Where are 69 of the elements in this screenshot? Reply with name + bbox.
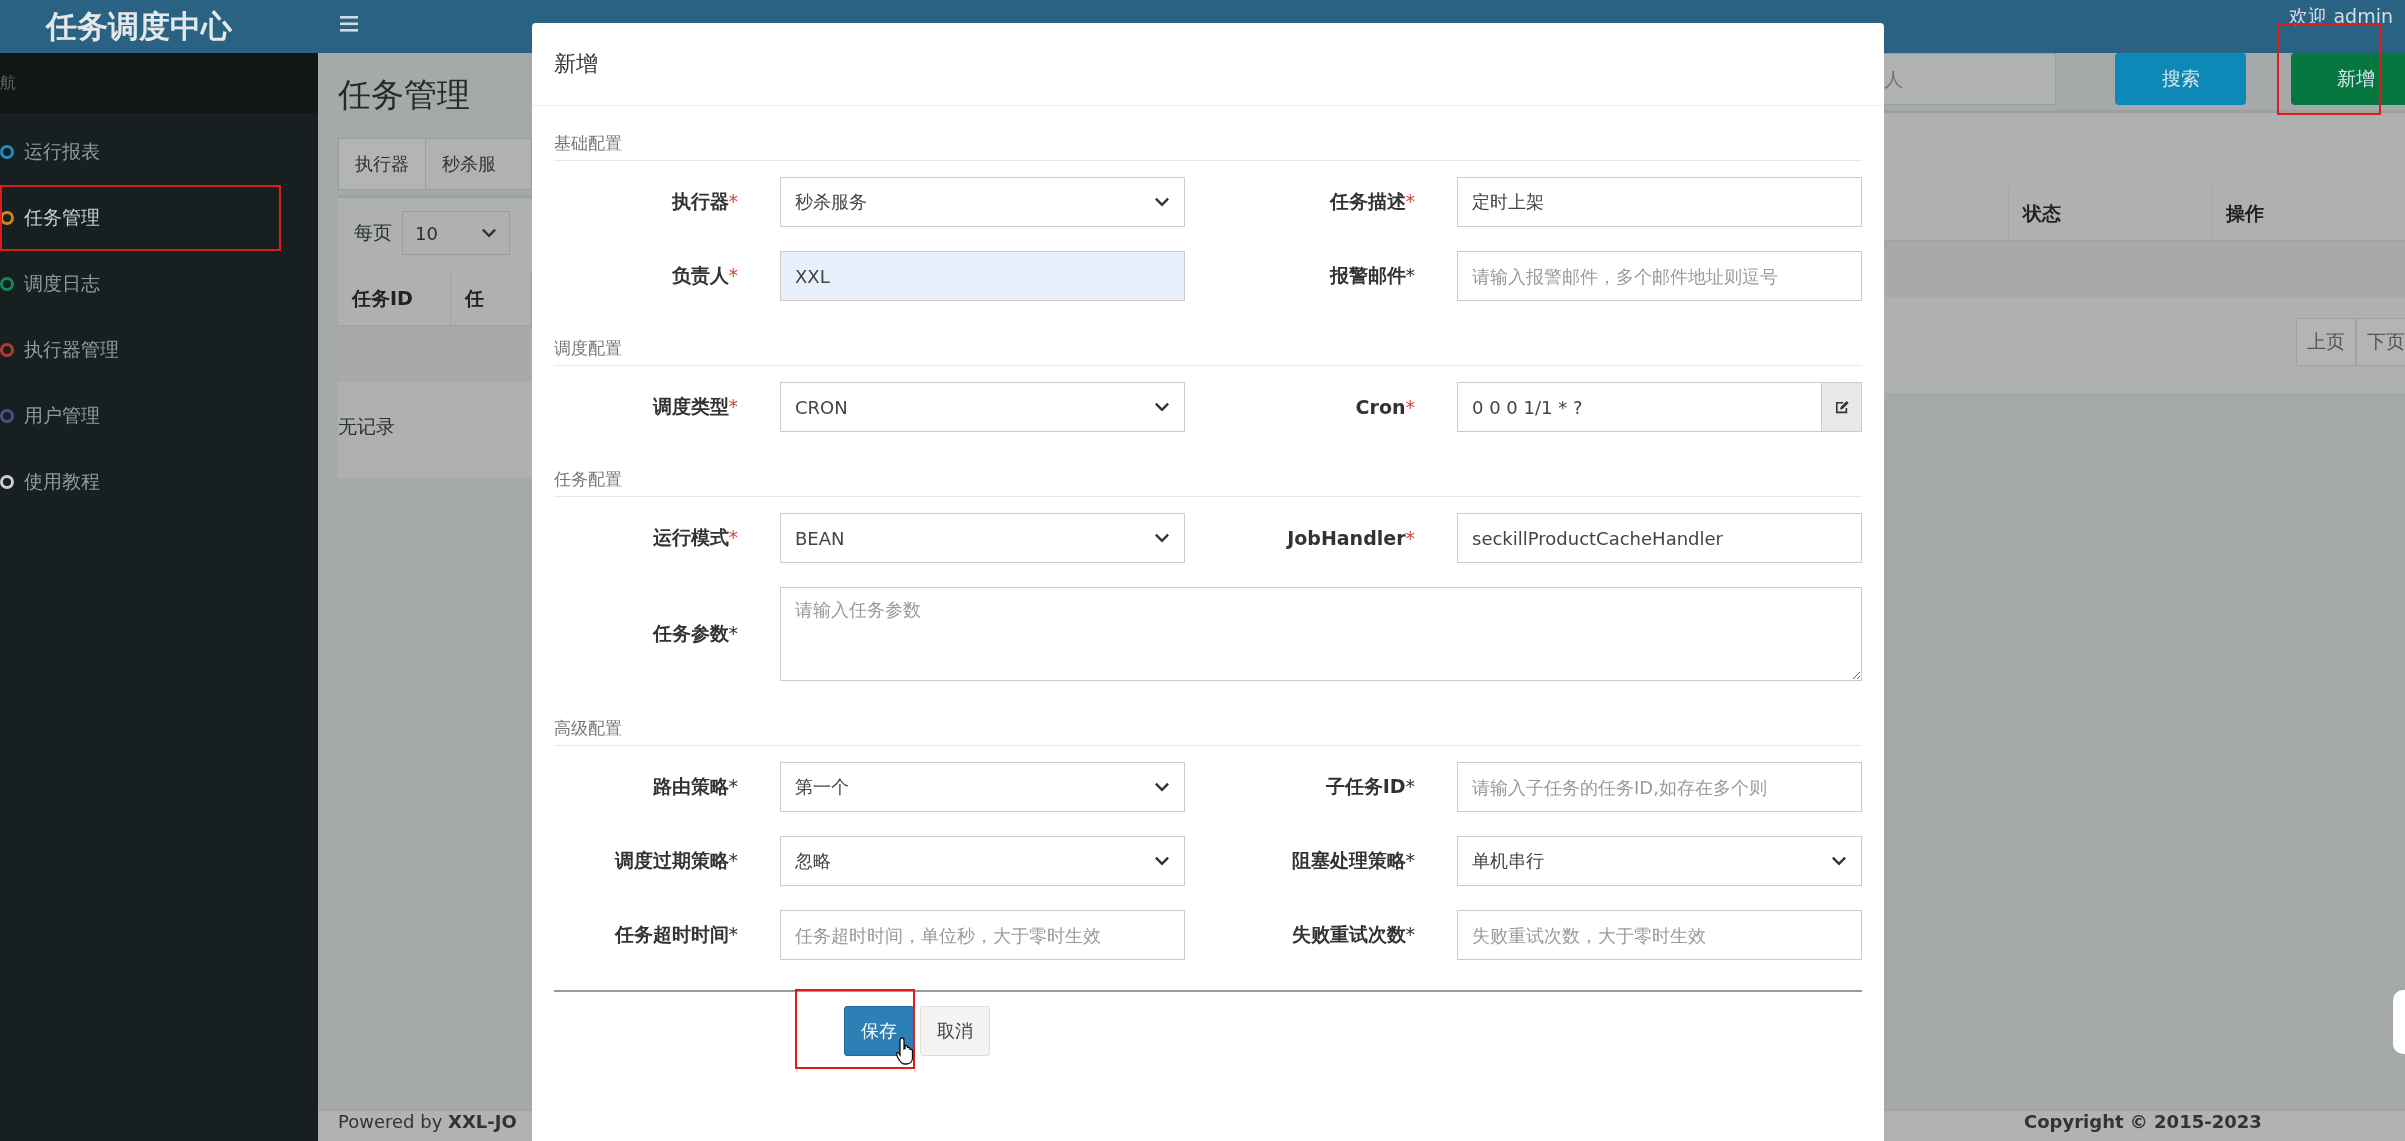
sidebar-item[interactable]: 用户管理 bbox=[0, 383, 318, 449]
chevron-icon bbox=[1154, 402, 1170, 412]
select-field[interactable]: 忽略 bbox=[780, 836, 1185, 886]
select-field[interactable]: 秒杀服务 bbox=[780, 177, 1185, 227]
input-field[interactable]: seckillProductCacheHandler bbox=[1457, 513, 1862, 563]
field-label: 任务超时时间* bbox=[613, 922, 738, 947]
page-title: 任务管理 bbox=[338, 74, 471, 116]
executor-select[interactable]: 秒杀服 bbox=[426, 138, 532, 190]
select-field[interactable]: CRON bbox=[780, 382, 1185, 432]
footer-text: Powered by XXL-JO bbox=[337, 1111, 518, 1134]
field-label: Cron* bbox=[1354, 396, 1415, 418]
field-label: 负责人* bbox=[670, 263, 738, 288]
field-label: JobHandler* bbox=[1285, 527, 1415, 549]
chevron-icon bbox=[1831, 856, 1847, 866]
input-field[interactable]: 定时上架 bbox=[1457, 177, 1862, 227]
column-header: 操作 bbox=[2224, 200, 2265, 226]
edit-button[interactable] bbox=[1822, 382, 1862, 432]
section-title: 高级配置 bbox=[554, 716, 622, 740]
empty-text: 无记录 bbox=[338, 414, 395, 439]
chevron-icon bbox=[1154, 856, 1170, 866]
pager-button[interactable]: 下页 bbox=[2356, 318, 2405, 366]
field-label: 阻塞处理策略* bbox=[1290, 848, 1415, 873]
field-label: 路由策略* bbox=[651, 774, 738, 799]
field-label: 运行模式* bbox=[651, 525, 738, 550]
input-field[interactable]: 0 0 0 1/1 * ? bbox=[1457, 382, 1822, 432]
sidebar-item[interactable]: 使用教程 bbox=[0, 449, 318, 515]
save-button[interactable]: 保存 bbox=[844, 1006, 914, 1056]
sidebar-item[interactable]: 运行报表 bbox=[0, 119, 318, 185]
field-label: 子任务ID* bbox=[1324, 774, 1415, 799]
select-field[interactable]: BEAN bbox=[780, 513, 1185, 563]
input-field[interactable]: 请输入子任务的任务ID,如存在多个则 bbox=[1457, 762, 1862, 812]
sidebar-item[interactable]: 任务管理 bbox=[0, 185, 318, 251]
pager-button[interactable]: 上页 bbox=[2296, 318, 2356, 366]
section-title: 基础配置 bbox=[554, 131, 622, 155]
page-size-select[interactable]: 10 bbox=[402, 211, 510, 255]
app-logo: 任务调度中心 bbox=[44, 6, 233, 46]
field-label: 失败重试次数* bbox=[1290, 922, 1415, 947]
section-title: 调度配置 bbox=[554, 336, 622, 360]
chevron-icon bbox=[1154, 197, 1170, 207]
add-button[interactable]: 新增 bbox=[2291, 53, 2405, 105]
field-label: 执行器* bbox=[670, 189, 738, 214]
chevron-icon bbox=[1154, 533, 1170, 543]
field-label: 调度类型* bbox=[651, 394, 738, 419]
dialog-title: 新增 bbox=[554, 50, 598, 78]
chevron-icon bbox=[1154, 782, 1170, 792]
column-header: 任务ID bbox=[338, 272, 452, 325]
input-field[interactable]: 任务超时时间，单位秒，大于零时生效 bbox=[780, 910, 1185, 960]
select-field[interactable]: 第一个 bbox=[780, 762, 1185, 812]
copyright-text: Copyright © 2015-2023 bbox=[2023, 1111, 2262, 1134]
nav-header: 航 bbox=[0, 53, 318, 113]
input-field[interactable]: XXL bbox=[780, 251, 1185, 301]
filter-label: 执行器 bbox=[338, 138, 426, 190]
page-size-label: 每页 bbox=[354, 220, 392, 245]
input-field[interactable]: 失败重试次数，大于零时生效 bbox=[1457, 910, 1862, 960]
sidebar-item[interactable]: 执行器管理 bbox=[0, 317, 318, 383]
input-field[interactable]: 请输入报警邮件，多个邮件地址则逗号 bbox=[1457, 251, 1862, 301]
field-label: 任务描述* bbox=[1328, 189, 1415, 214]
field-label: 调度过期策略* bbox=[613, 848, 738, 873]
edit-icon bbox=[1833, 399, 1850, 415]
field-label: 任务参数* bbox=[651, 621, 738, 646]
search-field[interactable]: 人 bbox=[1884, 53, 2056, 105]
column-header: 状态 bbox=[2009, 187, 2212, 240]
select-field[interactable]: 单机串行 bbox=[1457, 836, 1862, 886]
field-label: 报警邮件* bbox=[1328, 263, 1415, 288]
text-area[interactable]: 请输入任务参数 bbox=[780, 587, 1862, 681]
chevron-icon bbox=[481, 228, 497, 238]
section-title: 任务配置 bbox=[554, 467, 622, 491]
sidebar-item[interactable]: 调度日志 bbox=[0, 251, 318, 317]
cancel-button[interactable]: 取消 bbox=[920, 1006, 990, 1056]
